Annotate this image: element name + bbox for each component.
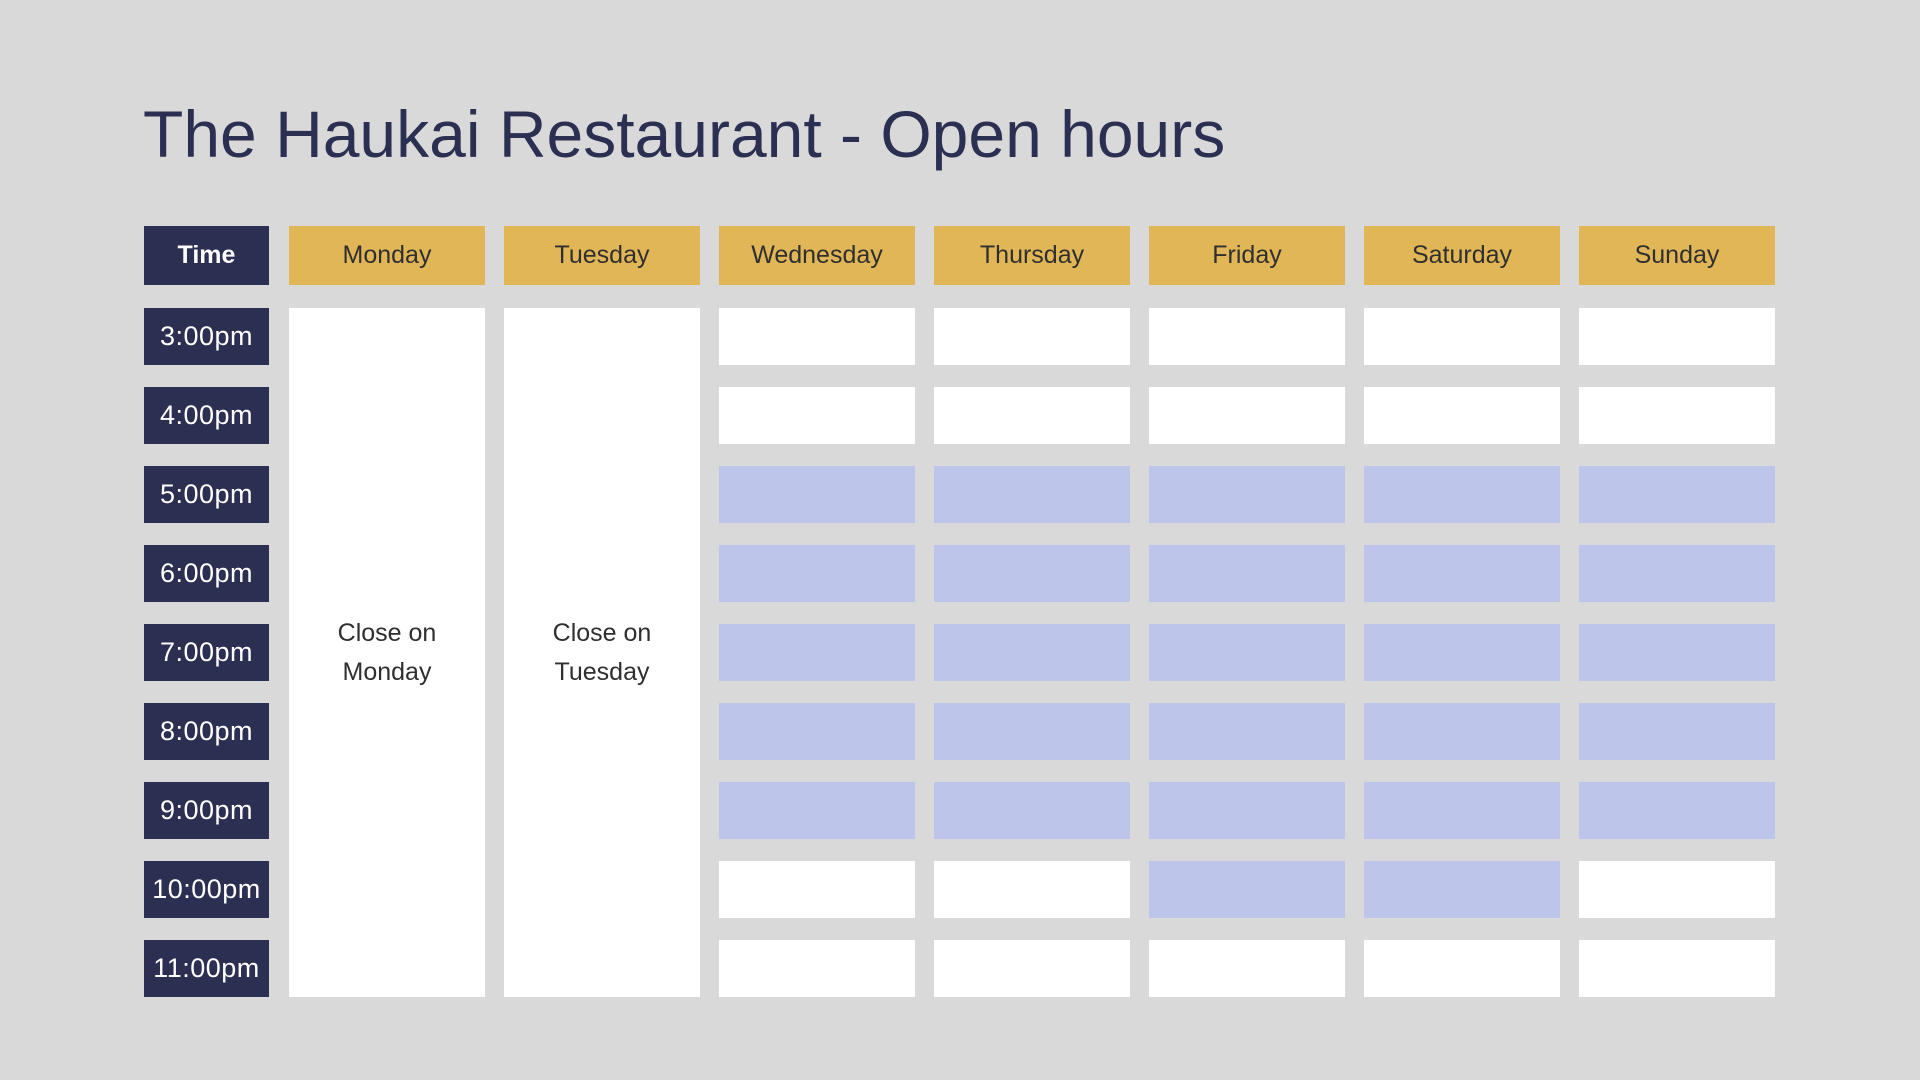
open-slot (1579, 466, 1775, 523)
day-header-thursday: Thursday (934, 226, 1130, 285)
open-slot (719, 624, 915, 681)
time-header: Time (144, 226, 269, 285)
open-slot (1579, 545, 1775, 602)
time-cell: 10:00pm (144, 861, 269, 918)
time-cell: 11:00pm (144, 940, 269, 997)
closed-slot (1579, 308, 1775, 365)
open-slot (1364, 466, 1560, 523)
open-slot (1149, 624, 1345, 681)
closed-note: Close on Tuesday (552, 618, 652, 686)
open-slot (934, 624, 1130, 681)
hours-table: Time Monday Tuesday Wednesday Thursday Friday… (0, 0, 1920, 1080)
day-header-monday: Monday (289, 226, 485, 285)
open-slot (934, 545, 1130, 602)
closed-slot (719, 940, 915, 997)
closed-slot (1364, 308, 1560, 365)
open-slot (934, 703, 1130, 760)
closed-slot (1579, 861, 1775, 918)
closed-slot (934, 940, 1130, 997)
open-slot (1364, 703, 1560, 760)
day-header-friday: Friday (1149, 226, 1345, 285)
open-slot (1364, 861, 1560, 918)
open-slot (1579, 782, 1775, 839)
open-slot (719, 703, 915, 760)
open-slot (1579, 703, 1775, 760)
closed-column-monday: Close on Monday (289, 308, 485, 997)
time-cell: 8:00pm (144, 703, 269, 760)
open-slot (1364, 545, 1560, 602)
closed-slot (934, 308, 1130, 365)
closed-slot (1579, 387, 1775, 444)
open-slot (1579, 624, 1775, 681)
closed-slot (1149, 308, 1345, 365)
closed-slot (1149, 387, 1345, 444)
closed-slot (1579, 940, 1775, 997)
open-slot (1364, 782, 1560, 839)
closed-slot (719, 387, 915, 444)
time-cell: 3:00pm (144, 308, 269, 365)
open-slot (1149, 782, 1345, 839)
open-slot (1149, 703, 1345, 760)
time-cell: 7:00pm (144, 624, 269, 681)
day-header-wednesday: Wednesday (719, 226, 915, 285)
closed-slot (719, 308, 915, 365)
open-slot (1364, 624, 1560, 681)
time-cell: 6:00pm (144, 545, 269, 602)
closed-slot (1364, 387, 1560, 444)
day-header-saturday: Saturday (1364, 226, 1560, 285)
day-header-tuesday: Tuesday (504, 226, 700, 285)
open-slot (1149, 466, 1345, 523)
open-slot (934, 782, 1130, 839)
closed-column-tuesday: Close on Tuesday (504, 308, 700, 997)
time-cell: 9:00pm (144, 782, 269, 839)
time-cell: 4:00pm (144, 387, 269, 444)
closed-slot (1364, 940, 1560, 997)
open-slot (1149, 861, 1345, 918)
open-slot (934, 466, 1130, 523)
day-header-sunday: Sunday (1579, 226, 1775, 285)
closed-note: Close on Monday (337, 618, 437, 686)
open-slot (719, 782, 915, 839)
closed-slot (719, 861, 915, 918)
closed-slot (934, 861, 1130, 918)
closed-slot (1149, 940, 1345, 997)
open-slot (1149, 545, 1345, 602)
time-cell: 5:00pm (144, 466, 269, 523)
open-slot (719, 466, 915, 523)
closed-slot (934, 387, 1130, 444)
open-slot (719, 545, 915, 602)
